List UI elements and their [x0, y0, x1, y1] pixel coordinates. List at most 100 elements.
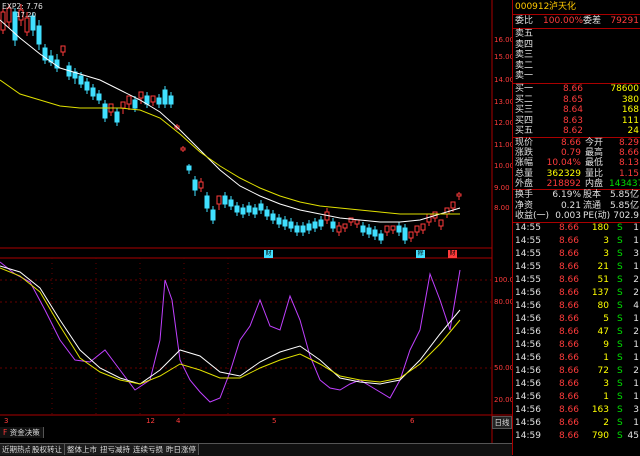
tab-equity-transfer[interactable]: 股权转让: [30, 444, 65, 455]
tick-volume: 163: [591, 405, 609, 415]
day-line-button[interactable]: 日线: [492, 416, 512, 429]
bid-volume: 24: [627, 126, 639, 137]
stat-label: 现价: [515, 138, 534, 148]
tick-row: 14:55 8.66 180 S 1: [513, 223, 640, 234]
tick-side: S: [617, 288, 623, 298]
candlestick-chart[interactable]: [0, 0, 512, 455]
tick-price: 8.66: [558, 392, 579, 402]
candle-body: [390, 225, 396, 231]
tick-time: 14:56: [515, 327, 541, 337]
candle-body: [318, 219, 324, 227]
candle-body: [204, 195, 210, 209]
sub-tab-fund-decision[interactable]: F 资金决策: [0, 427, 44, 438]
ask-label: 卖一: [515, 71, 534, 82]
candle-body: [396, 225, 402, 233]
bid-label: 买二: [515, 94, 534, 105]
tick-side: S: [617, 353, 623, 363]
date-tick-label: 3: [4, 417, 9, 425]
quote-panel: 000912 泸天化 委比 100.00% 委差 79291 卖五 卖四 卖三 卖二卖…: [512, 0, 640, 455]
event-marker[interactable]: 除: [416, 250, 425, 258]
candle-body: [114, 111, 120, 123]
tick-side: S: [617, 249, 623, 259]
tick-row: 14:56 8.66 1 S 1: [513, 353, 640, 364]
fund-value: 702.9: [613, 211, 639, 222]
kline-chart-area[interactable]: EXP2: 7.76 17.20 16.00 15.00 14.00 13.00 12.…: [0, 0, 519, 456]
candle-body: [312, 221, 318, 229]
tick-time: 14:55: [515, 223, 541, 233]
tick-count: 2: [633, 288, 639, 298]
stat-row: 涨幅 10.04% 最低 8.13: [513, 158, 640, 169]
price-tick-label: 13.00: [494, 98, 515, 106]
stat-value: 362329: [546, 168, 581, 179]
tick-volume: 5: [603, 314, 609, 324]
candle-body: [264, 209, 270, 217]
bottom-concept-tabs: 近期热点 股权转让 整体上市 扭亏减持 连续亏损 昨日涨停: [0, 443, 512, 456]
tick-row: 14:55 8.66 21 S 1: [513, 262, 640, 273]
fund-label: 流通: [583, 200, 602, 211]
tick-volume: 2: [603, 418, 609, 428]
price-tick-label: 10.00: [494, 162, 515, 170]
stock-title: 000912 泸天化: [513, 2, 640, 13]
ask-row: 卖二: [513, 61, 640, 72]
bid-price: 8.64: [562, 105, 583, 116]
tick-row: 14:56 8.66 2 S 1: [513, 418, 640, 429]
fund-label: 换手: [515, 190, 534, 200]
tick-row: 14:56 8.66 163 S 3: [513, 405, 640, 416]
ma-line-yellow: [0, 79, 460, 215]
tick-count: 1: [633, 314, 639, 324]
stat-value: 143437: [609, 178, 640, 189]
stat-value: 8.13: [618, 158, 639, 169]
tick-row: 14:55 8.66 51 S 2: [513, 275, 640, 286]
tick-side: S: [617, 223, 623, 233]
stat-label: 量比: [585, 168, 604, 179]
tick-time: 14:56: [515, 353, 541, 363]
tick-side: S: [617, 236, 623, 246]
tick-time: 14:56: [515, 340, 541, 350]
candle-body: [360, 225, 366, 233]
candle-body: [234, 205, 240, 213]
tick-count: 3: [633, 249, 639, 259]
price-tick-label: 8.00: [494, 204, 510, 212]
candle-body: [252, 207, 258, 215]
tick-count: 1: [633, 262, 639, 272]
tab-turnaround[interactable]: 扭亏减持: [98, 444, 133, 455]
price-tick-label: 15.00: [494, 53, 515, 61]
tick-count: 2: [633, 275, 639, 285]
tab-consecutive-loss[interactable]: 连续亏损: [131, 444, 166, 455]
bid-label: 买三: [515, 105, 534, 116]
tick-side: S: [617, 301, 623, 311]
bid-price: 8.66: [562, 84, 583, 94]
tick-time: 14:56: [515, 405, 541, 415]
candle-body: [294, 225, 300, 233]
stat-value: 10.04%: [546, 158, 581, 169]
tick-time: 14:55: [515, 275, 541, 285]
tick-row: 14:56 8.66 47 S 2: [513, 327, 640, 338]
fund-value: 0.21: [560, 200, 581, 211]
bid-price: 8.63: [562, 115, 583, 126]
candle-body: [36, 25, 42, 45]
fund-label: PE(动): [583, 211, 611, 222]
event-marker[interactable]: 财: [264, 250, 273, 258]
fund-value: 6.19%: [552, 190, 581, 200]
fund-value: 5.85亿: [609, 190, 639, 200]
candle-body: [216, 195, 222, 205]
tick-row: 14:55 8.66 3 S 3: [513, 249, 640, 260]
ask-row: 卖一: [513, 71, 640, 82]
candle-body: [78, 75, 84, 85]
price-tick-label: 9.00: [494, 184, 510, 192]
candle-body: [408, 231, 414, 239]
event-marker[interactable]: 财: [448, 250, 457, 258]
tick-side: S: [617, 262, 623, 272]
candle-body: [306, 223, 312, 231]
tick-side: S: [617, 418, 623, 428]
tab-limit-up-yesterday[interactable]: 昨日涨停: [164, 444, 199, 455]
bid-row: 买四 8.63 111: [513, 116, 640, 127]
tab-whole-listing[interactable]: 整体上市: [65, 444, 100, 455]
high-price-marker: 17.20: [16, 11, 37, 19]
tick-time: 14:56: [515, 418, 541, 428]
bid-row: 买三 8.64 168: [513, 105, 640, 116]
stat-value: 1.15: [618, 168, 639, 179]
stat-value: 8.29: [618, 138, 639, 148]
price-tick-label: 16.00: [494, 36, 515, 44]
tick-time: 14:56: [515, 379, 541, 389]
